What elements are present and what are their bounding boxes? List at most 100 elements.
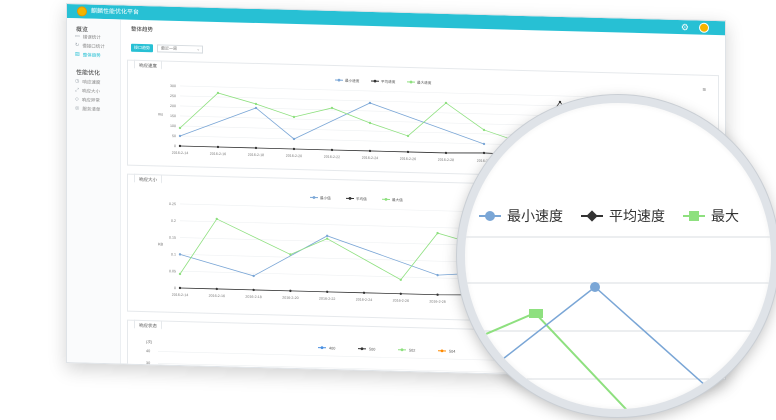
sidebar-item-trend[interactable]: ▤ 整体趋势 xyxy=(67,50,120,60)
legend-min-speed[interactable]: 最小速度 xyxy=(479,206,563,226)
y-tick-label: 100 xyxy=(170,124,176,128)
y-tick-label: 150 xyxy=(170,114,176,118)
data-point xyxy=(289,289,292,293)
data-point xyxy=(399,292,402,295)
data-point xyxy=(368,101,372,105)
legend-marker xyxy=(312,196,316,199)
data-point xyxy=(254,102,258,106)
legend-label: 平均值 xyxy=(356,196,367,201)
legend-label: 最大值 xyxy=(392,197,403,202)
data-point xyxy=(252,288,255,292)
resize-icon: ⤢ xyxy=(75,87,80,94)
sidebar-section-overview: 概览 xyxy=(76,27,89,34)
refresh-icon: ↻ xyxy=(75,42,80,49)
legend-label: 502 xyxy=(409,348,415,352)
y-tick-label: 40 xyxy=(146,349,150,353)
x-tick-label: 2016-2-28 xyxy=(438,158,454,162)
sidebar-item-label: 响应大小 xyxy=(82,88,101,94)
series-line-max xyxy=(465,311,628,409)
sidebar-item-label: 服务清单 xyxy=(82,106,101,112)
legend-avg-speed[interactable]: 平均速度 xyxy=(581,206,665,226)
data-point xyxy=(326,290,329,294)
legend-max-speed[interactable]: 最大 xyxy=(683,206,739,226)
x-tick-label: 2016-2-22 xyxy=(324,155,340,159)
legend-marker xyxy=(348,197,352,200)
legend-marker-square xyxy=(683,210,705,222)
zoomed-legend: 最小速度 平均速度 最大 xyxy=(479,206,739,226)
api-trend-button[interactable]: 接口趋势 xyxy=(131,43,153,53)
data-point xyxy=(178,253,182,256)
data-point xyxy=(362,291,366,295)
x-tick-label: 2016-2-26 xyxy=(393,299,409,303)
data-point xyxy=(292,137,296,141)
sidebar-item-label: 错误统计 xyxy=(82,34,101,40)
gear-icon[interactable]: ⚙ xyxy=(681,21,689,33)
grid-line xyxy=(180,85,598,98)
x-tick-label: 2016-2-16 xyxy=(210,152,226,156)
legend-marker-diamond xyxy=(581,210,603,222)
x-tick-label: 2016-2-28 xyxy=(429,300,445,304)
y-tick-label: 30 xyxy=(146,361,150,365)
data-point xyxy=(330,148,334,152)
data-point xyxy=(178,134,182,138)
data-point xyxy=(289,253,292,256)
sidebar-item-services[interactable]: ◎ 服务清单 xyxy=(67,104,120,114)
data-point xyxy=(436,273,439,277)
legend-label: 最小速度 xyxy=(507,208,563,224)
x-tick-label: 2016-2-26 xyxy=(400,157,416,161)
data-point-min xyxy=(590,282,600,292)
legend-label: 平均速度 xyxy=(381,79,396,84)
x-tick-label: 2016-2-18 xyxy=(245,295,261,299)
sidebar: 概览 ▭ 错误统计 ↻ 慢接口统计 ▤ 整体趋势 性能优化 ◷ 响应速度 ⤢ 响… xyxy=(67,18,121,366)
data-point xyxy=(178,286,182,290)
data-point xyxy=(215,287,219,291)
y-axis-label: ms xyxy=(158,112,163,116)
x-tick-label: 2016-2-16 xyxy=(209,294,225,298)
legend-label: 最大速度 xyxy=(417,80,432,85)
time-range-select[interactable]: 最近一周 ⌄ xyxy=(157,44,203,54)
sidebar-item-label: 响应异常 xyxy=(81,97,100,103)
legend-marker xyxy=(360,347,364,351)
legend-marker xyxy=(337,78,341,82)
legend-marker xyxy=(440,349,444,353)
legend-marker xyxy=(384,197,388,201)
data-point xyxy=(254,146,258,150)
avatar-icon[interactable] xyxy=(699,22,709,33)
legend-label: 500 xyxy=(369,347,375,351)
y-tick-label: 0.2 xyxy=(171,219,176,223)
y-tick-label: 300 xyxy=(170,84,176,88)
chevron-down-icon: ⌄ xyxy=(196,46,200,52)
sidebar-item-label: 响应速度 xyxy=(82,79,101,85)
y-tick-label: 0.25 xyxy=(169,202,176,206)
x-tick-label: 2016-2-14 xyxy=(172,151,188,155)
data-point xyxy=(444,151,448,155)
x-tick-label: 2016-2-18 xyxy=(248,153,264,157)
data-point xyxy=(368,149,372,153)
monitor-icon: ▭ xyxy=(75,33,80,40)
legend-marker-circle xyxy=(479,210,501,222)
legend-label: 最大 xyxy=(711,208,739,224)
app-logo-icon[interactable] xyxy=(77,6,87,17)
data-point xyxy=(292,115,296,119)
data-point xyxy=(436,293,439,296)
data-point xyxy=(254,106,258,110)
list-icon: ◎ xyxy=(75,105,80,112)
y-axis-label: (次) xyxy=(146,339,153,344)
alert-icon: ◇ xyxy=(75,96,79,103)
clock-icon: ◷ xyxy=(75,78,80,85)
data-point xyxy=(326,237,329,240)
page-title: 整体趋势 xyxy=(131,26,154,34)
legend-marker xyxy=(409,80,413,84)
y-tick-label: 0 xyxy=(174,286,176,290)
data-point xyxy=(330,106,334,110)
x-tick-label: 2016-2-20 xyxy=(282,296,298,300)
data-point xyxy=(368,121,372,125)
sidebar-item-label: 整体趋势 xyxy=(82,52,101,58)
x-tick-label: 2016-2-22 xyxy=(319,297,335,301)
x-tick-label: 2016-2-24 xyxy=(356,298,372,302)
app-title[interactable]: 麒麟性能优化平台 xyxy=(91,7,139,18)
legend-label: 504 xyxy=(449,350,455,354)
x-tick-label: 2016-2-14 xyxy=(172,293,188,297)
select-value: 最近一周 xyxy=(161,45,177,51)
chevron-down-icon[interactable]: ⌄ xyxy=(133,7,139,15)
